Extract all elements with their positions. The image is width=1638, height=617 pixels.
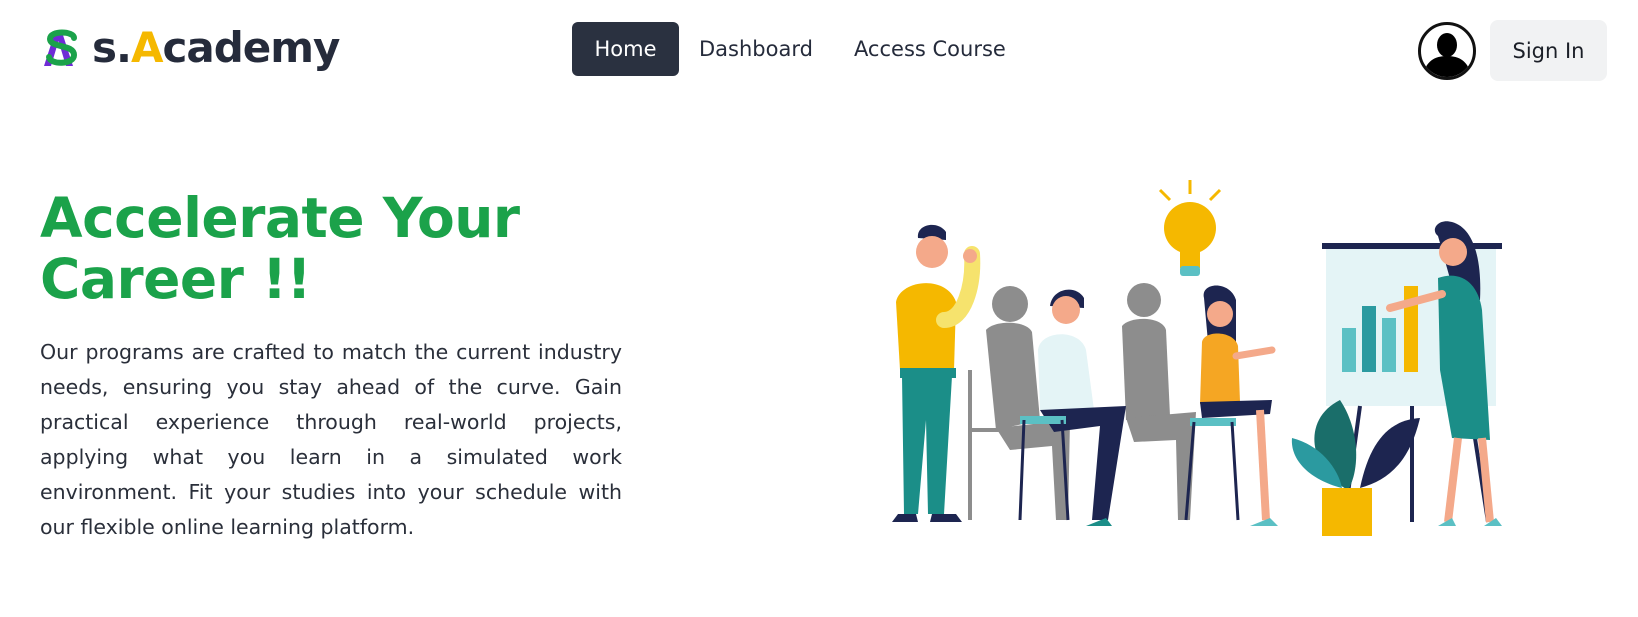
user-silhouette-icon <box>1423 33 1471 77</box>
page: s.Academy Home Dashboard Access Course S… <box>0 0 1638 617</box>
brand-name: s.Academy <box>92 23 340 72</box>
man-standing-figure <box>892 224 981 522</box>
lightbulb-icon <box>1158 180 1222 276</box>
nav-item-dashboard[interactable]: Dashboard <box>699 22 813 76</box>
hero-description: Our programs are crafted to match the cu… <box>40 340 622 539</box>
user-avatar[interactable] <box>1418 22 1476 80</box>
plant-icon <box>1291 400 1420 536</box>
team-meeting-illustration <box>892 180 1502 536</box>
brand-name-prefix: s. <box>92 23 132 72</box>
brand-logo[interactable]: s.Academy <box>40 23 340 72</box>
nav-item-home[interactable]: Home <box>572 22 679 76</box>
main-nav: Home Dashboard Access Course <box>572 22 1006 76</box>
logo-mark-icon <box>44 29 78 66</box>
sign-in-button[interactable]: Sign In <box>1490 20 1607 81</box>
seated-woman-figure <box>1184 285 1278 526</box>
hero-title: Accelerate Your Career !! <box>40 186 520 311</box>
brand-name-accent: A <box>130 23 164 72</box>
brand-name-rest: cademy <box>162 23 340 72</box>
nav-item-access-course[interactable]: Access Course <box>854 22 1006 76</box>
